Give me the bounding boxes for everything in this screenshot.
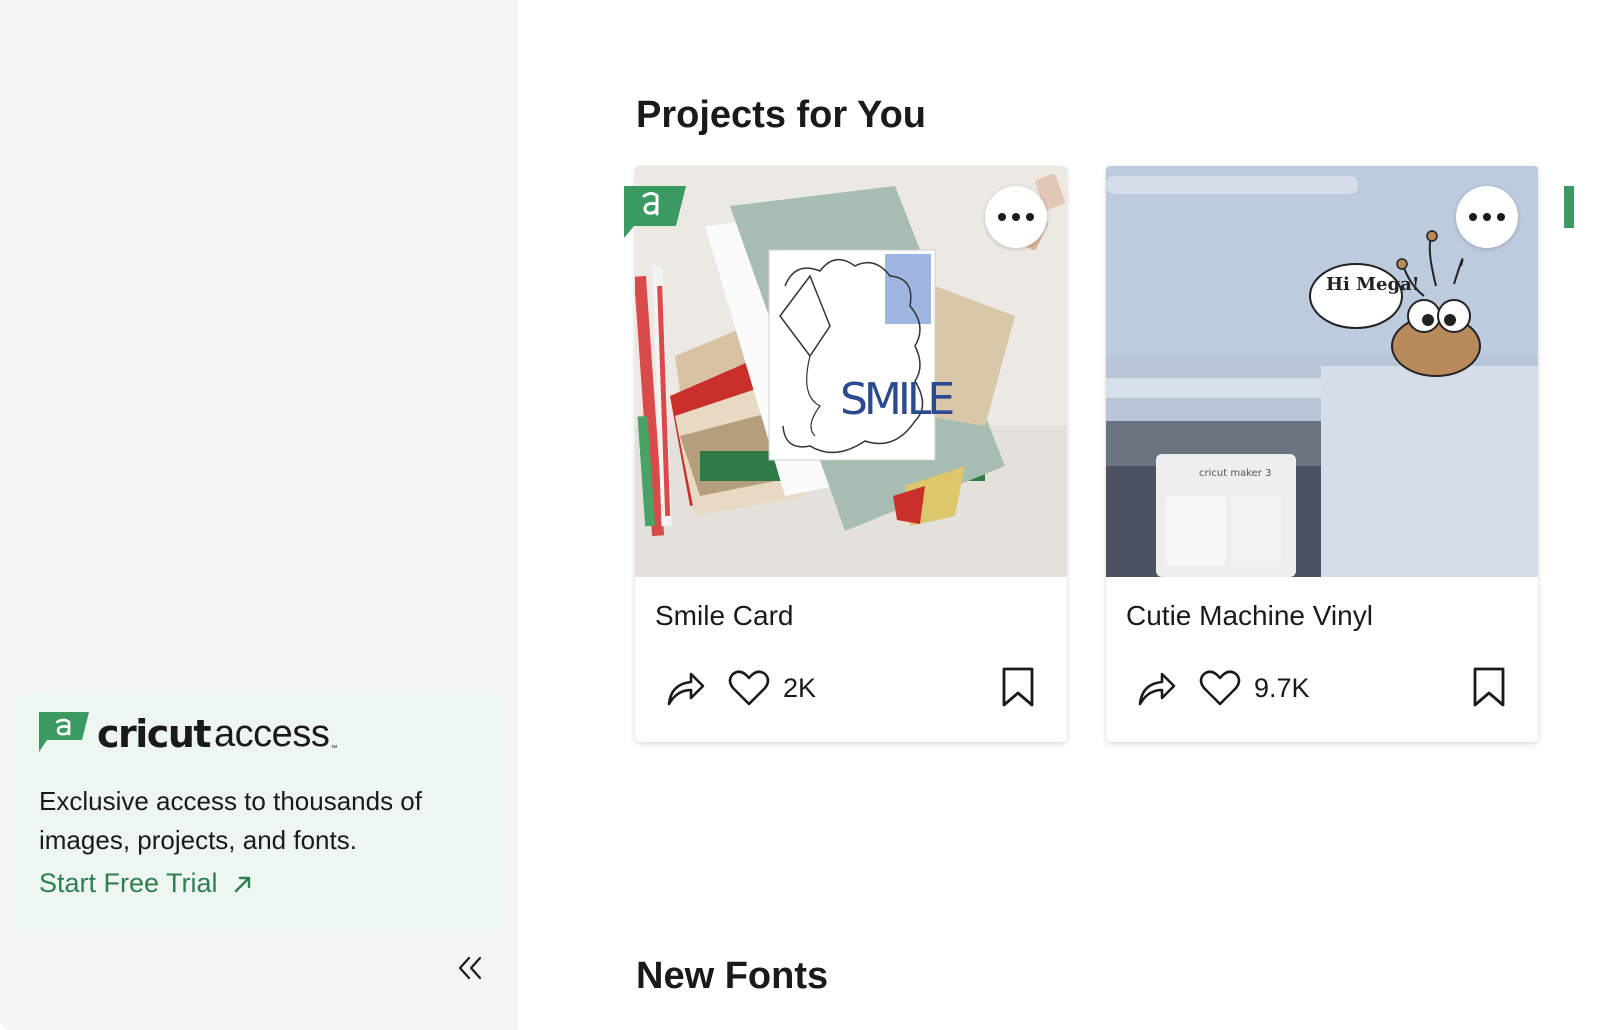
project-card[interactable]: cricut maker 3 Hi Mega! Cutie Machine Vi… (1106, 166, 1538, 742)
start-free-trial-label: Start Free Trial (39, 868, 218, 898)
smile-card-image-text: SMILE (840, 374, 952, 425)
speech-bubble-text: Hi Mega! (1326, 274, 1420, 295)
access-brand-text: cricut (97, 712, 212, 756)
bookmark-icon (1473, 667, 1505, 707)
cricut-access-promo: cricut access ™ Exclusive access to thou… (16, 692, 502, 934)
like-count: 9.7K (1254, 672, 1310, 703)
external-arrow-icon (234, 876, 250, 892)
projects-section-title: Projects for You (636, 94, 926, 136)
heart-icon (1199, 670, 1241, 706)
bookmark-button[interactable] (1472, 666, 1506, 713)
start-free-trial-link[interactable]: Start Free Trial (39, 868, 254, 899)
like-button[interactable] (1198, 666, 1242, 710)
share-icon (1138, 672, 1176, 706)
cricut-access-logo: cricut access ™ (39, 712, 337, 754)
trademark-symbol: ™ (330, 745, 338, 752)
machine-label: cricut maker 3 (1199, 468, 1271, 479)
access-product-text: access (214, 713, 330, 755)
project-card[interactable]: SMILE Smile Card 2K (635, 166, 1067, 742)
sidebar: cricut access ™ Exclusive access to thou… (0, 0, 518, 1030)
card-actions: 2K (663, 666, 816, 710)
share-button[interactable] (1134, 666, 1178, 710)
access-description: Exclusive access to thousands of images,… (39, 786, 422, 855)
double-chevron-left-icon (458, 956, 482, 980)
new-fonts-section-title: New Fonts (636, 955, 829, 997)
like-count: 2K (783, 672, 817, 703)
share-icon (667, 672, 705, 706)
collapse-sidebar-button[interactable] (452, 950, 488, 986)
project-title[interactable]: Cutie Machine Vinyl (1126, 600, 1373, 632)
card-actions: 9.7K (1134, 666, 1310, 710)
access-flag-icon (624, 186, 686, 238)
more-options-button[interactable] (985, 186, 1047, 248)
access-badge-icon (39, 712, 89, 752)
heart-icon (728, 670, 770, 706)
bookmark-button[interactable] (1001, 666, 1035, 713)
bookmark-icon (1002, 667, 1034, 707)
project-title[interactable]: Smile Card (655, 600, 793, 632)
share-button[interactable] (663, 666, 707, 710)
next-card-access-flag (1564, 186, 1574, 228)
like-button[interactable] (727, 666, 771, 710)
more-options-button[interactable] (1456, 186, 1518, 248)
